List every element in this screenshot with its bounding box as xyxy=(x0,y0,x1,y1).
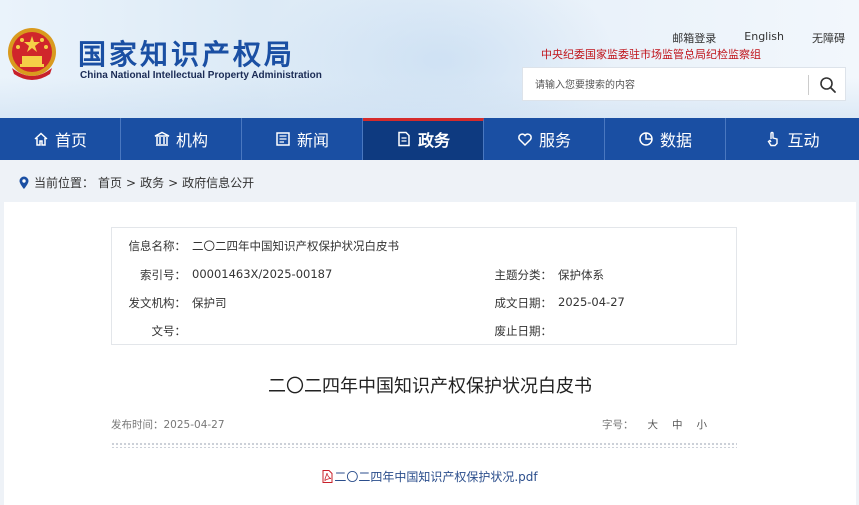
attachment-filename: 二〇二四年中国知识产权保护状况.pdf xyxy=(334,470,538,484)
breadcrumb-separator: > xyxy=(168,175,179,190)
accessibility-link[interactable]: 无障碍 xyxy=(812,30,845,46)
attachment: 二〇二四年中国知识产权保护状况.pdf xyxy=(4,468,856,486)
header: 国家知识产权局 China National Intellectual Prop… xyxy=(0,0,859,118)
nav-item-data[interactable]: 数据 xyxy=(605,118,726,160)
pdf-icon xyxy=(322,470,333,483)
info-topic-value: 保护体系 xyxy=(558,268,604,282)
font-size-large[interactable]: 大 xyxy=(648,417,659,432)
nav-item-institutions[interactable]: 机构 xyxy=(121,118,242,160)
top-links: 邮箱登录 English 无障碍 xyxy=(672,30,845,46)
nav-item-interaction[interactable]: 互动 xyxy=(726,118,859,160)
building-icon xyxy=(154,131,170,146)
info-row-issuer: 发文机构： 保护司 成文日期： 2025-04-27 xyxy=(112,295,736,315)
nav-item-services[interactable]: 服务 xyxy=(484,118,605,160)
document-icon xyxy=(398,131,410,147)
breadcrumb: 当前位置： 首页 > 政务 > 政府信息公开 xyxy=(18,174,254,191)
search-input[interactable] xyxy=(535,76,805,94)
nav-item-label: 数据 xyxy=(659,131,692,150)
info-issuer-label: 发文机构： xyxy=(128,296,187,310)
font-size-label: 字号： xyxy=(602,419,634,431)
main-nav: 首页 机构 新闻 政务 服务 数据 互动 xyxy=(0,118,859,160)
info-topic-label: 主题分类： xyxy=(494,268,553,282)
search-button[interactable] xyxy=(813,71,843,99)
english-link[interactable]: English xyxy=(744,30,784,46)
info-expire-label: 废止日期： xyxy=(494,324,553,338)
nav-item-label: 政务 xyxy=(417,131,450,150)
info-name-label: 信息名称： xyxy=(128,239,187,253)
breadcrumb-item-home[interactable]: 首页 xyxy=(98,174,122,191)
site-title: 国家知识产权局 xyxy=(78,38,296,71)
font-size-switcher: 字号： 大 中 小 xyxy=(602,417,707,432)
document-title: 二〇二四年中国知识产权保护状况白皮书 xyxy=(268,376,592,397)
content-panel: 信息名称： 二〇二四年中国知识产权保护状况白皮书 索引号： 00001463X/… xyxy=(4,202,856,505)
info-index-value: 00001463X/2025-00187 xyxy=(192,267,333,281)
info-name-value: 二〇二四年中国知识产权保护状况白皮书 xyxy=(192,239,399,253)
site-subtitle: China National Intellectual Property Adm… xyxy=(80,70,322,81)
nav-item-news[interactable]: 新闻 xyxy=(242,118,363,160)
info-date-value: 2025-04-27 xyxy=(558,295,625,309)
font-size-small[interactable]: 小 xyxy=(697,417,708,432)
nav-item-label: 服务 xyxy=(538,131,571,150)
breadcrumb-separator: > xyxy=(126,175,137,190)
info-row-name: 信息名称： 二〇二四年中国知识产权保护状况白皮书 xyxy=(112,238,736,258)
nav-item-label: 新闻 xyxy=(296,131,329,150)
home-icon xyxy=(34,132,48,146)
nav-item-label: 互动 xyxy=(787,131,820,150)
info-issuer-value: 保护司 xyxy=(192,296,227,310)
dotted-divider xyxy=(111,442,737,448)
search-divider xyxy=(808,75,809,95)
hand-pointer-icon xyxy=(768,131,779,147)
breadcrumb-item-disclosure[interactable]: 政府信息公开 xyxy=(182,174,254,191)
info-index-label: 索引号： xyxy=(140,268,186,282)
breadcrumb-item-affairs[interactable]: 政务 xyxy=(140,174,164,191)
pie-chart-icon xyxy=(639,132,653,146)
info-table: 信息名称： 二〇二四年中国知识产权保护状况白皮书 索引号： 00001463X/… xyxy=(111,227,737,345)
publish-date: 发布时间：2025-04-27 xyxy=(111,419,225,431)
nav-item-label: 机构 xyxy=(175,131,208,150)
location-pin-icon xyxy=(19,176,29,189)
info-date-label: 成文日期： xyxy=(494,296,553,310)
nav-item-government-affairs[interactable]: 政务 xyxy=(363,118,484,160)
mail-login-link[interactable]: 邮箱登录 xyxy=(672,30,716,46)
attachment-link[interactable]: 二〇二四年中国知识产权保护状况.pdf xyxy=(322,468,538,485)
heart-hand-icon xyxy=(518,133,532,147)
search-box xyxy=(522,67,846,101)
nav-item-home[interactable]: 首页 xyxy=(0,118,121,160)
info-docno-label: 文号： xyxy=(151,324,187,338)
info-row-docno: 文号： 废止日期： xyxy=(112,323,736,343)
breadcrumb-prefix: 当前位置： xyxy=(34,176,95,190)
info-row-index: 索引号： 00001463X/2025-00187 主题分类： 保护体系 xyxy=(112,267,736,287)
search-icon xyxy=(820,77,836,93)
discipline-inspection-link[interactable]: 中央纪委国家监委驻市场监管总局纪检监察组 xyxy=(541,46,761,62)
font-size-medium[interactable]: 中 xyxy=(672,417,683,432)
newspaper-icon xyxy=(276,132,290,146)
national-emblem-icon xyxy=(8,28,56,80)
nav-item-label: 首页 xyxy=(54,131,87,150)
